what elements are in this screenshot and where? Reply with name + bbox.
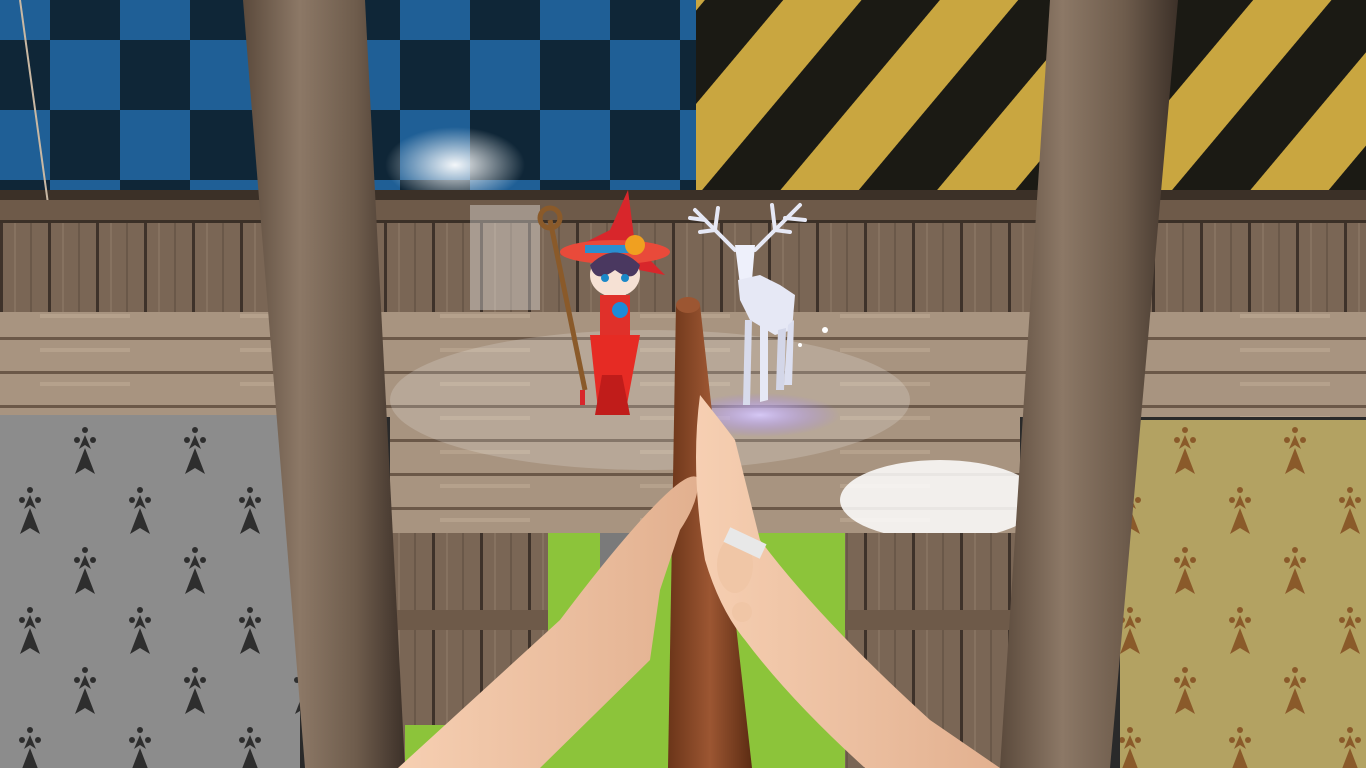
game-viewport[interactable] xyxy=(0,0,1366,768)
game-render xyxy=(0,0,1366,768)
yellow-striped-banner xyxy=(696,0,1366,200)
back-wall xyxy=(0,200,1366,312)
grey-ermine-banner xyxy=(0,415,300,768)
yellow-ermine-banner xyxy=(1120,420,1366,768)
